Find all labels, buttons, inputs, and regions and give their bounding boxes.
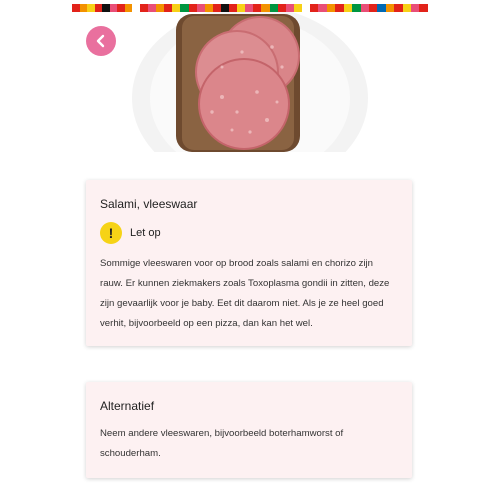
color-strip-segment [87,4,95,12]
color-strip-segment [124,4,132,12]
color-strip-segment [335,4,344,12]
color-strip-segment [72,4,80,12]
brand-color-strip [140,4,302,12]
warning-icon: ! [100,222,122,244]
color-strip-segment [310,4,319,12]
card-body-text: Neem andere vleeswaren, bijvoorbeeld bot… [100,428,344,459]
brand-color-strip [310,4,428,12]
brand-color-strip [72,4,132,12]
card-title: Alternatief [100,399,155,413]
color-strip-segment [204,4,213,12]
color-strip-segment [352,4,361,12]
chevron-left-icon [96,34,105,48]
card-body-text: Sommige vleeswaren voor op brood zoals s… [100,258,390,329]
color-strip-segment [212,4,221,12]
color-strip-segment [360,4,369,12]
color-strip-segment [419,4,428,12]
color-strip-segment [394,4,403,12]
color-strip-segment [368,4,378,12]
color-strip-segment [79,4,87,12]
color-strip-segment [180,4,189,12]
color-strip-segment [253,4,262,12]
color-strip-segment [220,4,230,12]
color-strip-segment [109,4,117,12]
color-strip-segment [385,4,395,12]
color-strip-segment [277,4,286,12]
color-strip-segment [229,4,238,12]
warning-row: ! Let op [100,222,398,244]
color-strip-segment [402,4,412,12]
back-button[interactable] [86,26,116,56]
color-strip-segment [269,4,278,12]
color-strip-segment [156,4,165,12]
color-strip-segment [326,4,336,12]
color-strip-segment [102,4,110,12]
color-strip-segment [293,4,302,12]
color-strip-segment [164,4,173,12]
color-strip-segment [140,4,149,12]
color-strip-segment [377,4,386,12]
color-strip-segment [411,4,420,12]
color-strip-segment [117,4,125,12]
color-strip-segment [285,4,294,12]
color-strip-segment [343,4,353,12]
card-title: Salami, vleeswaar [100,197,198,211]
color-strip-segment [188,4,197,12]
color-strip-segment [94,4,102,12]
color-strip-segment [261,4,270,12]
salami-on-bread-image [132,12,368,152]
color-strip-segment [318,4,327,12]
warning-label: Let op [130,227,161,239]
color-strip-segment [245,4,254,12]
food-info-card: Salami, vleeswaar ! Let op Sommige vlees… [86,180,412,346]
product-hero-image [72,12,428,152]
alternative-card: Alternatief Neem andere vleeswaren, bijv… [86,382,412,478]
color-strip-segment [148,4,157,12]
color-strip-segment [196,4,205,12]
color-strip-segment [172,4,181,12]
color-strip-segment [237,4,246,12]
